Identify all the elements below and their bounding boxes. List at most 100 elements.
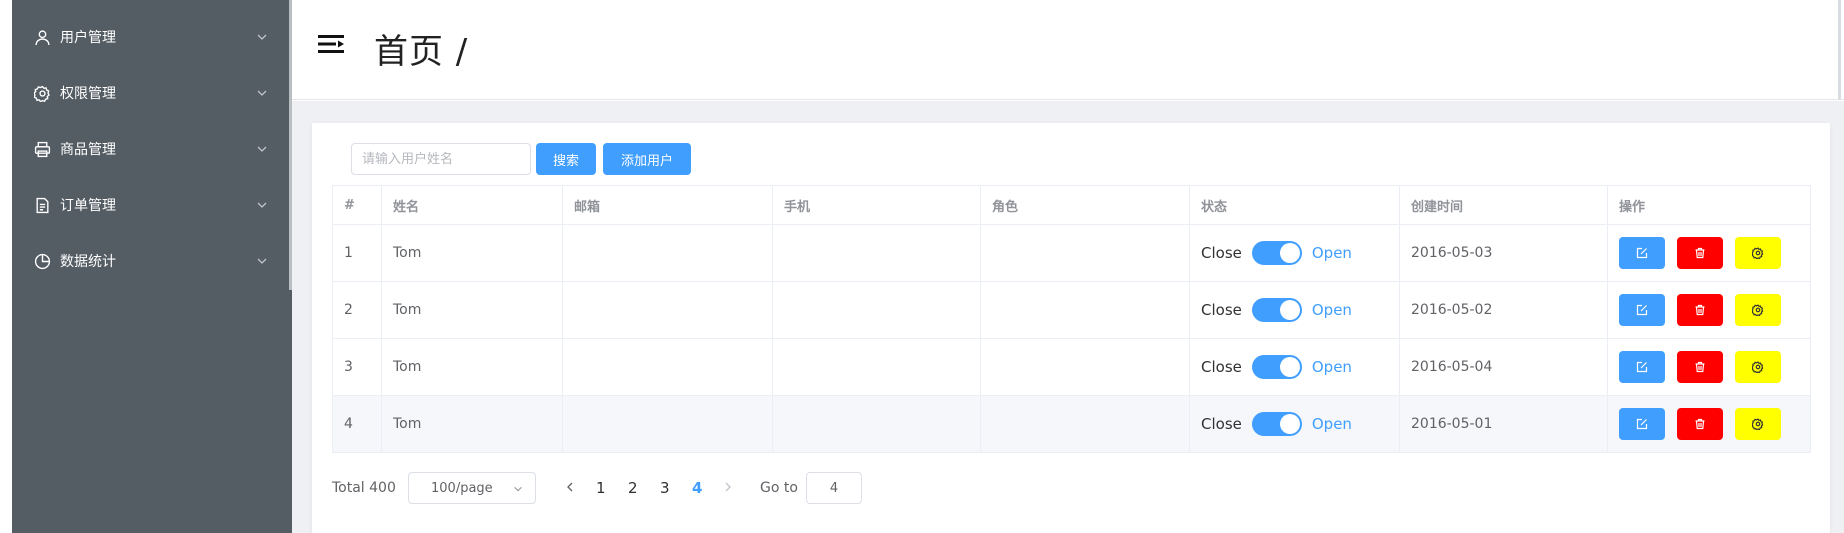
switch-on-label: Open	[1311, 301, 1352, 319]
row-status: Close Open	[1189, 281, 1400, 339]
printer-icon	[34, 141, 51, 158]
row-created: 2016-05-02	[1399, 281, 1608, 339]
delete-button[interactable]	[1677, 351, 1723, 383]
row-email	[562, 224, 773, 282]
sidebar-item-user-management[interactable]: 用户管理	[12, 9, 292, 65]
gear-icon	[1752, 247, 1764, 259]
row-actions	[1607, 395, 1811, 453]
row-role	[980, 281, 1190, 339]
edit-button[interactable]	[1619, 408, 1665, 440]
gear-icon	[34, 85, 50, 102]
edit-button[interactable]	[1619, 351, 1665, 383]
delete-button[interactable]	[1677, 408, 1723, 440]
window-edge	[0, 0, 12, 533]
row-phone	[772, 338, 981, 396]
row-email	[562, 395, 773, 453]
sidebar-item-label: 用户管理	[60, 30, 116, 46]
table-row: 3 Tom Close Open 2016-05-04	[332, 338, 1811, 396]
status-switch[interactable]	[1251, 241, 1302, 265]
edit-icon	[1636, 361, 1648, 373]
search-button[interactable]: 搜索	[536, 143, 596, 175]
row-email	[562, 338, 773, 396]
switch-off-label: Close	[1201, 301, 1242, 319]
status-switch[interactable]	[1251, 412, 1302, 436]
chevron-down-icon	[257, 202, 267, 208]
page-size-select[interactable]: 100/page	[408, 472, 536, 504]
row-status: Close Open	[1189, 395, 1400, 453]
page-number[interactable]: 1	[596, 479, 606, 497]
row-created: 2016-05-03	[1399, 224, 1608, 282]
switch-on-label: Open	[1311, 244, 1352, 262]
table-row: 4 Tom Close Open 2016-05-01	[332, 395, 1811, 453]
row-status: Close Open	[1189, 224, 1400, 282]
sidebar-item-product-management[interactable]: 商品管理	[12, 121, 292, 177]
gear-icon	[1752, 418, 1764, 430]
row-actions	[1607, 338, 1811, 396]
page-size-value: 100/page	[431, 480, 493, 496]
prev-page-icon[interactable]	[564, 481, 576, 493]
column-header: 角色	[980, 185, 1190, 225]
table-row: 1 Tom Close Open 2016-05-03	[332, 224, 1811, 282]
edit-button[interactable]	[1619, 294, 1665, 326]
column-header: 创建时间	[1399, 185, 1608, 225]
switch-knob	[1279, 357, 1300, 377]
chevron-down-icon	[257, 258, 267, 264]
search-input[interactable]	[351, 143, 531, 175]
sidebar-item-order-management[interactable]: 订单管理	[12, 177, 292, 233]
delete-button[interactable]	[1677, 294, 1723, 326]
row-index: 1	[332, 224, 382, 282]
switch-on-label: Open	[1311, 358, 1352, 376]
sidebar-item-label: 权限管理	[60, 86, 116, 102]
row-actions	[1607, 281, 1811, 339]
sidebar-item-label: 订单管理	[60, 198, 116, 214]
add-user-button[interactable]: 添加用户	[603, 143, 691, 175]
goto-label: Go to	[760, 480, 798, 496]
pie-chart-icon	[34, 253, 51, 270]
row-created: 2016-05-04	[1399, 338, 1608, 396]
gear-icon	[1752, 304, 1764, 316]
settings-button[interactable]	[1735, 408, 1781, 440]
edit-button[interactable]	[1619, 237, 1665, 269]
sidebar-item-data-statistics[interactable]: 数据统计	[12, 233, 292, 289]
chevron-down-icon	[514, 486, 522, 492]
page-scrollbar[interactable]	[1838, 0, 1841, 100]
column-header: 状态	[1189, 185, 1400, 225]
menu-toggle-icon[interactable]	[318, 32, 346, 56]
top-header: 首页 /	[292, 0, 1844, 100]
row-name: Tom	[381, 281, 563, 339]
row-status: Close Open	[1189, 338, 1400, 396]
chevron-down-icon	[257, 146, 267, 152]
page-number[interactable]: 2	[628, 479, 638, 497]
next-page-icon[interactable]	[722, 481, 734, 493]
row-role	[980, 395, 1190, 453]
page-number-current[interactable]: 4	[692, 479, 702, 497]
row-email	[562, 281, 773, 339]
trash-icon	[1695, 247, 1705, 259]
gear-icon	[1752, 361, 1764, 373]
column-header: 操作	[1607, 185, 1811, 225]
trash-icon	[1695, 361, 1705, 373]
column-header: #	[332, 185, 382, 225]
sidebar-item-permission-management[interactable]: 权限管理	[12, 65, 292, 121]
page-number[interactable]: 3	[660, 479, 670, 497]
sidebar: 用户管理 权限管理 商品管理 订单管理 数据统计	[12, 0, 292, 533]
goto-page-input[interactable]	[806, 472, 862, 504]
delete-button[interactable]	[1677, 237, 1723, 269]
column-header: 手机	[772, 185, 981, 225]
settings-button[interactable]	[1735, 237, 1781, 269]
settings-button[interactable]	[1735, 294, 1781, 326]
status-switch[interactable]	[1251, 355, 1302, 379]
row-index: 2	[332, 281, 382, 339]
chevron-down-icon	[257, 34, 267, 40]
sidebar-item-label: 数据统计	[60, 254, 116, 270]
total-count: Total 400	[332, 480, 396, 496]
row-role	[980, 224, 1190, 282]
row-name: Tom	[381, 338, 563, 396]
switch-on-label: Open	[1311, 415, 1352, 433]
trash-icon	[1695, 304, 1705, 316]
status-switch[interactable]	[1251, 298, 1302, 322]
row-name: Tom	[381, 224, 563, 282]
settings-button[interactable]	[1735, 351, 1781, 383]
column-header: 邮箱	[562, 185, 773, 225]
breadcrumb: 首页 /	[374, 32, 469, 72]
